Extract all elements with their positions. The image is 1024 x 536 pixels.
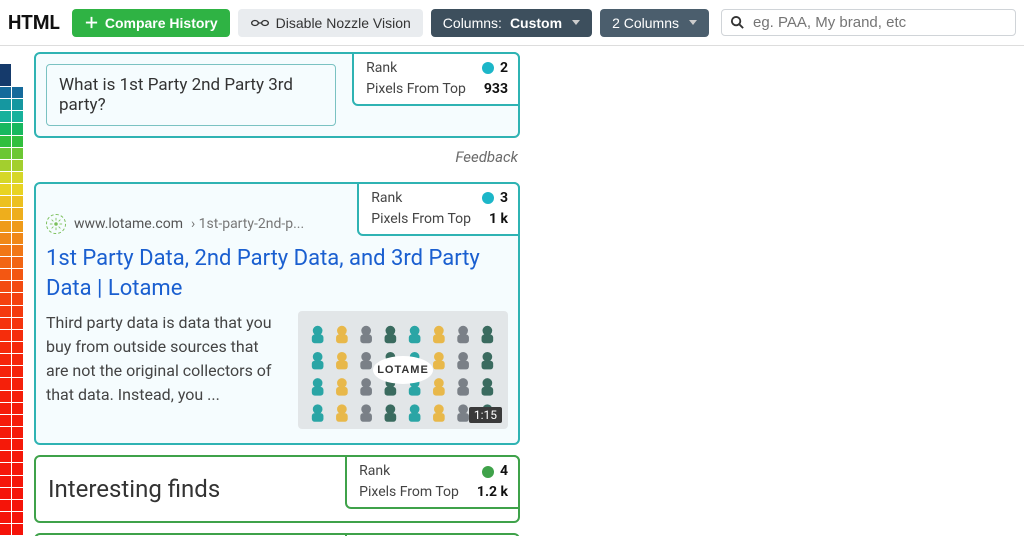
heatmap-row[interactable] xyxy=(0,391,28,402)
heatmap-row[interactable] xyxy=(0,451,28,462)
columns-value: Custom xyxy=(510,15,562,31)
heatmap-row[interactable] xyxy=(0,245,28,256)
thumbnail-logo: LOTAME xyxy=(373,356,433,384)
paa-question[interactable]: What is 1st Party 2nd Party 3rd party? xyxy=(46,64,336,126)
columns-count-label: 2 Columns xyxy=(612,15,679,31)
rank-label: Rank xyxy=(359,461,390,482)
heatmap-row[interactable] xyxy=(0,378,28,389)
main-content: Rank 2 Pixels From Top 933 What is 1st Par… xyxy=(0,46,1024,536)
heatmap-row[interactable] xyxy=(0,233,28,244)
dot-icon xyxy=(482,466,494,478)
page-title: HTML xyxy=(8,11,60,34)
heatmap-sidebar xyxy=(0,46,28,536)
video-duration: 1:15 xyxy=(469,407,502,423)
rank-box: Rank 2 Pixels From Top 933 xyxy=(352,52,520,106)
heatmap-row[interactable] xyxy=(0,512,28,523)
chevron-down-icon xyxy=(572,20,580,25)
result-title[interactable]: 1st Party Data, 2nd Party Data, and 3rd … xyxy=(46,244,508,303)
toolbar: HTML Compare History Disable Nozzle Visi… xyxy=(0,0,1024,46)
dot-icon xyxy=(482,62,494,74)
heatmap-row[interactable] xyxy=(0,160,28,171)
video-thumbnail[interactable]: LOTAME 1:15 xyxy=(298,311,508,429)
heatmap-row[interactable] xyxy=(0,208,28,219)
serp-column: Rank 2 Pixels From Top 933 What is 1st Par… xyxy=(28,46,528,536)
columns-prefix: Columns: xyxy=(443,15,502,31)
heatmap-row[interactable] xyxy=(0,342,28,353)
heatmap-row[interactable] xyxy=(0,366,28,377)
heatmap-row[interactable] xyxy=(0,463,28,474)
heatmap-row[interactable] xyxy=(0,281,28,292)
heatmap-row[interactable] xyxy=(0,330,28,341)
glasses-icon xyxy=(250,17,270,29)
paa-card[interactable]: Rank 2 Pixels From Top 933 What is 1st Par… xyxy=(34,52,520,138)
heatmap-row[interactable] xyxy=(0,439,28,450)
plus-icon xyxy=(84,15,99,30)
search-box[interactable] xyxy=(721,9,1016,36)
organic-result-card[interactable]: Rank3 Pixels From Top1 k www.lotame.com … xyxy=(34,182,520,445)
disable-label: Disable Nozzle Vision xyxy=(276,15,411,31)
px-label: Pixels From Top xyxy=(366,79,466,100)
heatmap-row[interactable] xyxy=(0,269,28,280)
px-value: 1 k xyxy=(489,209,508,230)
heatmap-row[interactable] xyxy=(0,172,28,183)
heatmap-row[interactable] xyxy=(0,123,28,134)
interesting-finds-card[interactable]: Rank4 Pixels From Top1.2 k Interesting f… xyxy=(34,455,520,523)
rank-box: Rank 3 Pixels From Top 1 k xyxy=(357,182,520,236)
search-icon xyxy=(730,15,745,30)
heatmap-row[interactable] xyxy=(0,111,28,122)
columns-count-dropdown[interactable]: 2 Columns xyxy=(600,9,709,37)
heatmap-row[interactable] xyxy=(0,136,28,147)
disable-nozzle-vision-button[interactable]: Disable Nozzle Vision xyxy=(238,9,423,37)
heatmap-row[interactable] xyxy=(0,87,28,98)
heatmap-row[interactable] xyxy=(0,354,28,365)
heatmap-row[interactable] xyxy=(0,99,28,110)
breadcrumb-domain: www.lotame.com xyxy=(74,216,183,232)
heatmap-row[interactable] xyxy=(0,293,28,304)
compare-history-label: Compare History xyxy=(105,15,218,31)
heatmap-row[interactable] xyxy=(0,488,28,499)
heatmap-row[interactable] xyxy=(0,415,28,426)
dot-icon xyxy=(482,192,494,204)
heatmap-row[interactable] xyxy=(0,64,28,86)
px-value: 933 xyxy=(484,79,508,100)
heatmap-row[interactable] xyxy=(0,221,28,232)
search-input[interactable] xyxy=(753,14,1007,31)
result-snippet: Third party data is data that you buy fr… xyxy=(46,311,284,429)
px-label: Pixels From Top xyxy=(371,209,471,230)
rank-label: Rank xyxy=(371,188,402,209)
feedback-link[interactable]: Feedback xyxy=(36,148,518,166)
heatmap-row[interactable] xyxy=(0,403,28,414)
px-value: 1.2 k xyxy=(477,482,508,503)
rank-value: 3 xyxy=(500,190,508,206)
px-label: Pixels From Top xyxy=(359,482,459,503)
rank-box: Rank 4 Pixels From Top 1.2 k xyxy=(345,455,520,509)
compare-history-button[interactable]: Compare History xyxy=(72,9,230,37)
heatmap-row[interactable] xyxy=(0,196,28,207)
columns-custom-dropdown[interactable]: Columns: Custom xyxy=(431,9,592,37)
heatmap-row[interactable] xyxy=(0,500,28,511)
heatmap-row[interactable] xyxy=(0,427,28,438)
heatmap-row[interactable] xyxy=(0,184,28,195)
rank-label: Rank xyxy=(366,58,397,79)
heatmap-row[interactable] xyxy=(0,306,28,317)
breadcrumb-path: › 1st-party-2nd-p... xyxy=(191,216,304,232)
heatmap-row[interactable] xyxy=(0,148,28,159)
heatmap-row[interactable] xyxy=(0,257,28,268)
rank-value: 2 xyxy=(500,60,508,76)
heatmap-row[interactable] xyxy=(0,318,28,329)
heatmap-row[interactable] xyxy=(0,476,28,487)
chevron-down-icon xyxy=(689,20,697,25)
heatmap-row[interactable] xyxy=(0,524,28,535)
rank-value: 4 xyxy=(500,463,508,479)
favicon-icon xyxy=(46,214,66,234)
